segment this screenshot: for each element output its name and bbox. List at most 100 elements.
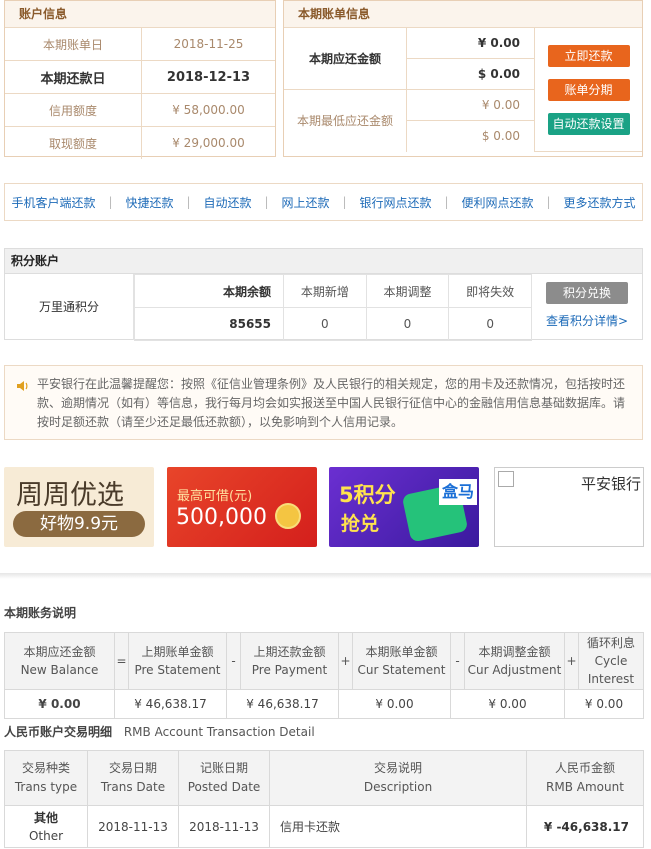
summary-col-new-balance: 本期应还金额 New Balance: [4, 632, 115, 690]
banner1-title: 周周优选: [16, 480, 124, 511]
txn-header-posted-date: 记账日期 Posted Date: [178, 750, 270, 806]
txn-header-en: RMB Amount: [546, 780, 624, 794]
account-row-credit-limit: 信用额度 ¥ 58,000.00: [5, 93, 275, 127]
nav-branch-repay[interactable]: 银行网点还款: [359, 194, 431, 211]
broken-image-icon: [498, 471, 514, 487]
txn-header-amount: 人民币金额 RMB Amount: [526, 750, 644, 806]
summary-col-en: Cur Adjustment: [467, 663, 562, 677]
txn-type: 其他 Other: [4, 805, 88, 848]
summary-col-cn: 循环利息: [586, 636, 635, 650]
summary-col-cn: 本期应还金额: [23, 645, 96, 659]
points-details-link[interactable]: 查看积分详情>: [532, 312, 642, 329]
min-amount-usd: $ 0.00: [406, 120, 535, 152]
txn-posted-date: 2018-11-13: [178, 805, 270, 848]
banner3-line2: 抢兑: [341, 513, 380, 535]
txn-header-cn: 交易种类: [21, 761, 70, 775]
nav-convenience-repay[interactable]: 便利网点还款: [461, 194, 533, 211]
txn-header-trans-date: 交易日期 Trans Date: [87, 750, 179, 806]
credit-notice: 平安银行在此温馨提醒您：按照《征信业管理条例》及人民银行的相关规定，您的用卡及还…: [4, 365, 643, 440]
statement-summary-table: 本期应还金额 New Balance = 上期账单金额 Pre Statement …: [4, 632, 644, 719]
points-adjust-value: 0: [365, 307, 450, 341]
transactions-title-cn: 人民币账户交易明细: [4, 725, 113, 739]
banner-weekly-picks[interactable]: 周周优选 好物9.9元: [4, 467, 154, 547]
summary-operator: +: [338, 632, 353, 690]
account-info-table: 本期账单日 2018-11-25 本期还款日 2018-12-13 信用额度 ¥…: [5, 27, 275, 159]
due-amount-rmb: ¥ 0.00: [406, 27, 535, 59]
min-amount-rmb: ¥ 0.00: [406, 89, 535, 121]
points-redeem-button[interactable]: 积分兑换: [546, 282, 628, 304]
banner-pingan-image[interactable]: 平安银行: [494, 467, 644, 547]
points-adjust-header: 本期调整: [365, 274, 450, 308]
txn-type-en: Other: [28, 828, 64, 843]
nav-online-repay[interactable]: 网上还款: [281, 194, 329, 211]
summary-pre-statement-value: ¥ 46,638.17: [114, 689, 227, 719]
txn-header-cn: 人民币金额: [554, 761, 615, 775]
banner4-alt-text: 平安银行: [580, 475, 641, 493]
summary-operator: +: [564, 632, 579, 690]
txn-header-en: Description: [363, 780, 433, 794]
banner3-line1: 5积分: [339, 483, 396, 507]
banner2-line2: 500,000: [176, 505, 267, 530]
summary-col-cn: 上期账单金额: [141, 645, 214, 659]
cash-limit-value: ¥ 29,000.00: [141, 126, 275, 159]
min-amount-label: 本期最低应还金额: [284, 89, 407, 152]
nav-separator: |: [264, 195, 269, 209]
summary-col-cur-adjustment: 本期调整金额 Cur Adjustment: [464, 632, 565, 690]
txn-header-en: Trans type: [14, 780, 78, 794]
banner3-tag: 盒马: [439, 479, 477, 505]
section-divider: [0, 573, 651, 579]
bill-info-table: 本期应还金额 ¥ 0.00 立即还款 账单分期 自动还款设置 $ 0.00 本期…: [284, 27, 642, 152]
summary-col-cn: 本期调整金额: [478, 645, 551, 659]
credit-limit-label: 信用额度: [5, 93, 142, 127]
cash-limit-label: 取现额度: [5, 126, 142, 159]
txn-header-cn: 交易说明: [373, 761, 422, 775]
summary-col-en: Pre Statement: [134, 663, 221, 677]
statement-summary-title: 本期账务说明: [4, 606, 77, 620]
points-expiring-value: 0: [448, 307, 532, 341]
due-date-label: 本期还款日: [5, 60, 142, 94]
transactions-table: 交易种类 Trans type 交易日期 Trans Date 记账日期 Posted…: [4, 750, 644, 848]
summary-cur-adjustment-value: ¥ 0.00: [450, 689, 565, 719]
nav-more-methods[interactable]: 更多还款方式: [563, 194, 635, 211]
credit-notice-text: 平安银行在此温馨提醒您：按照《征信业管理条例》及人民银行的相关规定，您的用卡及还…: [37, 377, 626, 429]
txn-header-description: 交易说明 Description: [269, 750, 527, 806]
summary-col-en: Pre Payment: [251, 663, 328, 677]
banner1-subtitle: 好物9.9元: [13, 511, 145, 537]
summary-operator: -: [450, 632, 465, 690]
nav-auto-repay[interactable]: 自动还款: [203, 194, 251, 211]
summary-col-cur-statement: 本期账单金额 Cur Statement: [352, 632, 451, 690]
autopay-settings-button[interactable]: 自动还款设置: [547, 112, 630, 135]
banner-loan[interactable]: 最高可借(元) 500,000: [167, 467, 317, 547]
installment-button[interactable]: 账单分期: [547, 78, 630, 101]
due-amount-label: 本期应还金额: [284, 27, 407, 90]
points-account-title: 积分账户: [5, 249, 642, 274]
account-row-due-date: 本期还款日 2018-12-13: [5, 60, 275, 94]
pay-now-button[interactable]: 立即还款: [547, 44, 630, 67]
credit-limit-value: ¥ 58,000.00: [141, 93, 275, 127]
nav-separator: |: [186, 195, 191, 209]
account-row-cash-limit: 取现额度 ¥ 29,000.00: [5, 126, 275, 159]
nav-mobile-repay[interactable]: 手机客户端还款: [11, 194, 95, 211]
summary-col-en: Cur Statement: [357, 663, 446, 677]
summary-operator: -: [226, 632, 241, 690]
txn-description: 信用卡还款: [269, 805, 527, 848]
summary-col-cycle-interest: 循环利息 Cycle Interest: [578, 632, 644, 690]
due-amount-usd: $ 0.00: [406, 58, 535, 90]
txn-type-cn: 其他: [33, 810, 58, 825]
points-new-value: 0: [283, 307, 367, 341]
summary-operator: =: [114, 632, 129, 690]
txn-header-cn: 交易日期: [108, 761, 157, 775]
points-account-name: 万里通积分: [5, 274, 134, 340]
nav-separator: |: [108, 195, 113, 209]
account-info-panel: 账户信息 本期账单日 2018-11-25 本期还款日 2018-12-13 信…: [4, 0, 276, 159]
nav-separator: |: [546, 195, 551, 209]
due-date-value: 2018-12-13: [141, 60, 275, 94]
summary-cur-statement-value: ¥ 0.00: [338, 689, 451, 719]
summary-new-balance-value: ¥ 0.00: [4, 689, 115, 719]
transactions-title-en: RMB Account Transaction Detail: [123, 725, 315, 739]
banner-points-redeem[interactable]: 5积分 抢兑 盒马: [329, 467, 479, 547]
points-balance-value: 85655: [134, 307, 284, 341]
nav-quick-repay[interactable]: 快捷还款: [125, 194, 173, 211]
summary-col-pre-payment: 上期还款金额 Pre Payment: [240, 632, 339, 690]
summary-col-cn: 上期还款金额: [253, 645, 326, 659]
